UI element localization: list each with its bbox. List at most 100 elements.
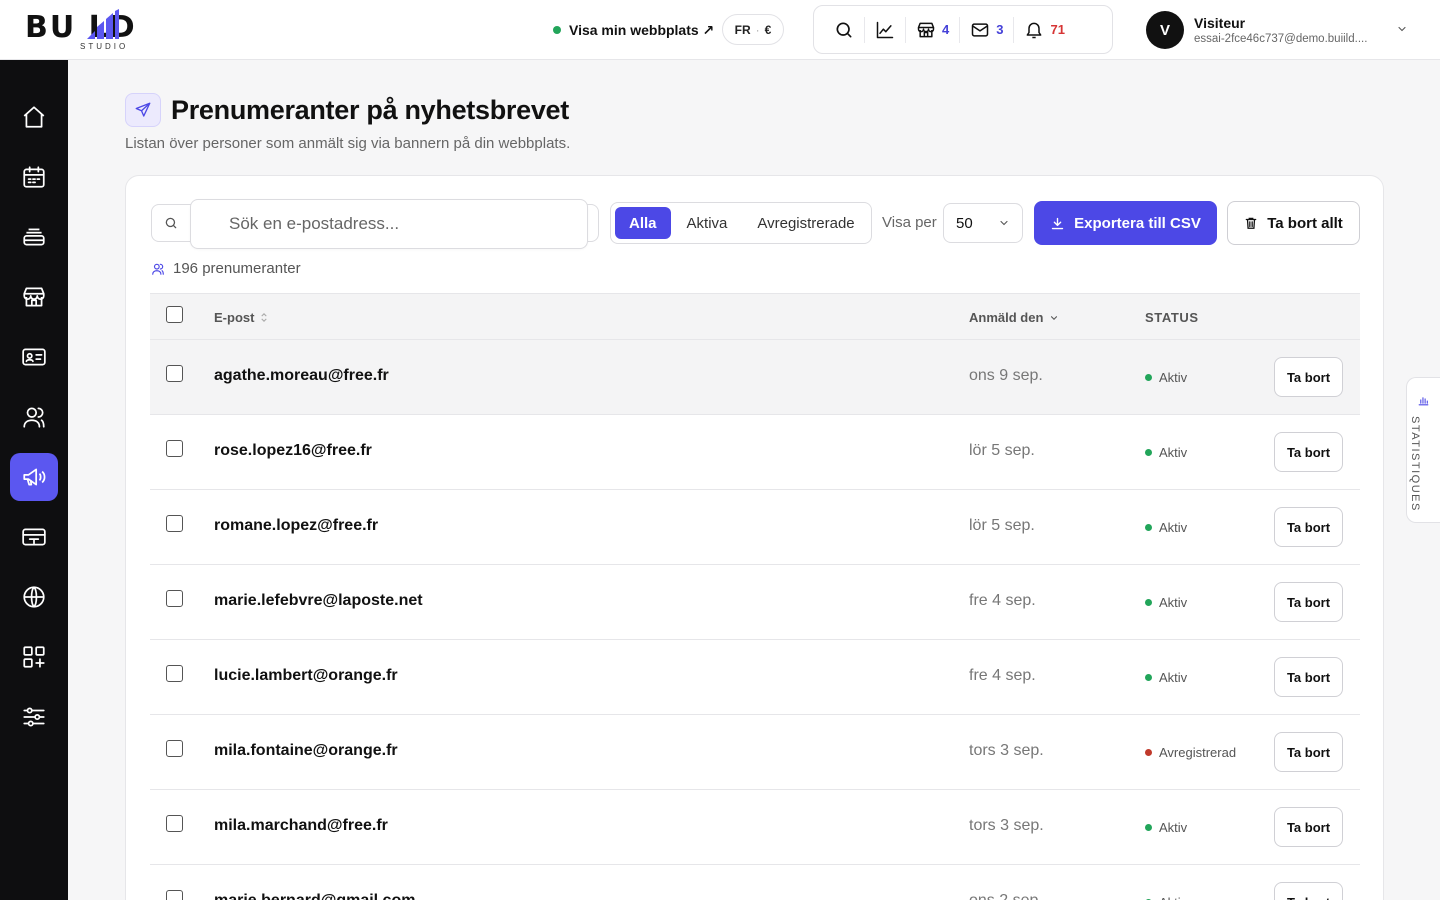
search-icon: [836, 22, 852, 38]
delete-subscriber-button[interactable]: Ta bort: [1274, 732, 1343, 772]
sidebar-item-shop[interactable]: [10, 273, 58, 321]
select-all-checkbox[interactable]: [166, 306, 183, 323]
header-actions: 4 3 71: [813, 5, 1113, 54]
subscriber-email: rose.lopez16@free.fr: [214, 442, 372, 459]
signup-date: lör 5 sep.: [969, 442, 1035, 459]
chevron-down-icon: [1000, 220, 1008, 226]
status-label: Avregistrerad: [1159, 745, 1237, 760]
shop-orders-button[interactable]: 4: [906, 16, 961, 43]
row-checkbox[interactable]: [166, 740, 183, 757]
per-page-select[interactable]: 50: [943, 203, 1023, 243]
paper-plane-icon: [135, 102, 151, 117]
sidebar-item-services[interactable]: [10, 213, 58, 261]
users-icon: [152, 263, 164, 275]
user-menu[interactable]: V Visiteur essai-2fce46c737@demo.buiild.…: [1146, 10, 1416, 50]
status-label: Aktiv: [1159, 895, 1187, 900]
subscriber-email: marie.bernard@gmail.com: [214, 892, 415, 900]
status-dot-icon: [1145, 674, 1152, 681]
status-dot-icon: [1145, 599, 1152, 606]
view-website-label: Visa min webbplats ↗: [569, 21, 715, 38]
row-checkbox[interactable]: [166, 890, 183, 900]
sidebar-item-payments[interactable]: [10, 513, 58, 561]
subscriber-email: mila.fontaine@orange.fr: [214, 742, 398, 759]
status-dot-icon: [1145, 749, 1152, 756]
search-button[interactable]: [824, 16, 865, 43]
subscribers-table: E-post Anmäld den STATUS agathe.moreau@f…: [150, 293, 1360, 900]
table-row[interactable]: lucie.lambert@orange.fr fre 4 sep. Aktiv Ta…: [150, 640, 1360, 715]
row-checkbox[interactable]: [166, 815, 183, 832]
status-badge: Aktiv: [1145, 520, 1187, 535]
delete-subscriber-button[interactable]: Ta bort: [1274, 882, 1343, 900]
logo[interactable]: BU LD STUDIO: [25, 9, 185, 53]
table-body: agathe.moreau@free.fr ons 9 sep. Aktiv Ta b…: [150, 340, 1360, 900]
sidebar-item-calendar[interactable]: [10, 153, 58, 201]
filter-active[interactable]: Aktiva: [673, 207, 742, 239]
table-row[interactable]: marie.bernard@gmail.com ons 2 sep. Aktiv Ta…: [150, 865, 1360, 900]
newsletter-page-icon: [125, 93, 161, 127]
sidebar-item-settings[interactable]: [10, 693, 58, 741]
bar-chart-icon: [1418, 397, 1429, 406]
currency-symbol: €: [764, 22, 772, 37]
sidebar-item-contacts[interactable]: [10, 333, 58, 381]
subscriber-email: romane.lopez@free.fr: [214, 517, 379, 534]
row-checkbox[interactable]: [166, 365, 183, 382]
status-badge: Aktiv: [1145, 595, 1187, 610]
page-subtitle: Listan över personer som anmält sig via …: [125, 135, 571, 152]
language-code: FR: [734, 22, 751, 37]
sidebar-item-apps[interactable]: [10, 633, 58, 681]
status-label: Aktiv: [1159, 670, 1188, 685]
column-email[interactable]: E-post: [214, 310, 268, 325]
logo-subtitle: STUDIO: [80, 42, 129, 51]
statistics-tab[interactable]: STATISTIQUES: [1406, 377, 1440, 523]
chart-line-icon: [876, 21, 894, 38]
bell-icon: [1027, 22, 1042, 38]
sidebar-item-marketing[interactable]: [10, 453, 58, 501]
subscriber-count: 196 prenumeranter: [151, 260, 301, 277]
export-csv-button[interactable]: Exportera till CSV: [1034, 201, 1217, 245]
delete-subscriber-button[interactable]: Ta bort: [1274, 507, 1343, 547]
status-badge: Avregistrerad: [1145, 745, 1236, 760]
delete-subscriber-button[interactable]: Ta bort: [1274, 582, 1343, 622]
subscriber-email: marie.lefebvre@laposte.net: [214, 592, 423, 609]
signup-date: tors 3 sep.: [969, 742, 1044, 759]
megaphone-icon: [23, 468, 46, 486]
sliders-icon: [23, 707, 45, 727]
download-icon: [1051, 217, 1064, 229]
online-dot-icon: [553, 26, 561, 34]
delete-subscriber-button[interactable]: Ta bort: [1274, 807, 1343, 847]
table-row[interactable]: mila.marchand@free.fr tors 3 sep. Aktiv Ta …: [150, 790, 1360, 865]
column-status: STATUS: [1145, 310, 1199, 325]
notifications-button[interactable]: 71: [1014, 17, 1074, 43]
filter-unsubscribed[interactable]: Avregistrerade: [743, 207, 868, 239]
messages-button[interactable]: 3: [960, 16, 1015, 43]
table-row[interactable]: marie.lefebvre@laposte.net fre 4 sep. Akti…: [150, 565, 1360, 640]
column-date[interactable]: Anmäld den: [969, 310, 1059, 325]
table-row[interactable]: mila.fontaine@orange.fr tors 3 sep. Avregi…: [150, 715, 1360, 790]
export-csv-label: Exportera till CSV: [1074, 214, 1201, 232]
separator-dot: ·: [755, 22, 760, 37]
delete-subscriber-button[interactable]: Ta bort: [1274, 657, 1343, 697]
analytics-button[interactable]: [865, 16, 906, 43]
table-row[interactable]: romane.lopez@free.fr lör 5 sep. Aktiv Ta bo…: [150, 490, 1360, 565]
sidebar-item-customers[interactable]: [10, 393, 58, 441]
table-row[interactable]: agathe.moreau@free.fr ons 9 sep. Aktiv Ta b…: [150, 340, 1360, 415]
row-checkbox[interactable]: [166, 515, 183, 532]
sidebar: [0, 60, 68, 900]
row-checkbox[interactable]: [166, 440, 183, 457]
sidebar-item-home[interactable]: [10, 93, 58, 141]
email-search-input[interactable]: [190, 199, 588, 249]
mail-icon: [971, 22, 989, 37]
language-currency-switcher[interactable]: FR · €: [722, 14, 784, 45]
table-row[interactable]: rose.lopez16@free.fr lör 5 sep. Aktiv Ta bo…: [150, 415, 1360, 490]
filter-all[interactable]: Alla: [615, 207, 671, 239]
row-checkbox[interactable]: [166, 590, 183, 607]
delete-all-button[interactable]: Ta bort allt: [1227, 201, 1360, 245]
delete-subscriber-button[interactable]: Ta bort: [1274, 357, 1343, 397]
delete-subscriber-button[interactable]: Ta bort: [1274, 432, 1343, 472]
row-checkbox[interactable]: [166, 665, 183, 682]
sidebar-item-website[interactable]: [10, 573, 58, 621]
status-dot-icon: [1145, 449, 1152, 456]
view-website-link[interactable]: Visa min webbplats ↗: [553, 19, 714, 41]
avatar: V: [1146, 11, 1184, 49]
status-dot-icon: [1145, 374, 1152, 381]
